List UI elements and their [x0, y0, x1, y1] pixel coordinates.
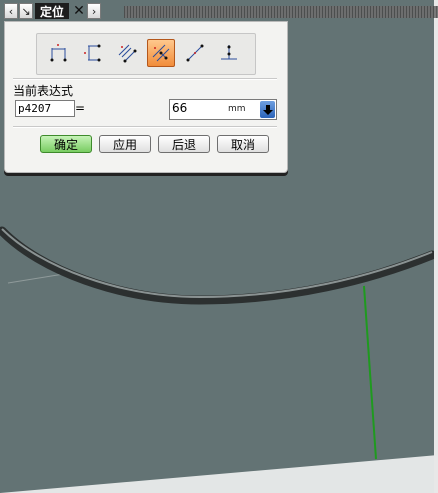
- titlebar-strip: [124, 6, 438, 18]
- back-button[interactable]: 后退: [158, 135, 210, 153]
- constraint-toolbar: [36, 33, 256, 75]
- equals-sign: =: [75, 101, 86, 115]
- separator: [13, 78, 277, 80]
- perpendicular-dimension-icon[interactable]: [147, 39, 175, 67]
- expression-name-field: p4207: [15, 100, 75, 117]
- cancel-button[interactable]: 取消: [217, 135, 269, 153]
- curved-rail-highlight: [1, 228, 433, 299]
- dropdown-arrow-icon[interactable]: [260, 101, 275, 118]
- vertical-dimension-icon[interactable]: [79, 39, 107, 67]
- green-edge-line: [363, 285, 377, 460]
- point-onto-point-icon[interactable]: [215, 39, 243, 67]
- ok-button[interactable]: 确定: [40, 135, 92, 153]
- close-icon[interactable]: ✕: [71, 3, 87, 19]
- pin-icon[interactable]: ↘: [19, 3, 33, 19]
- point-onto-line-icon[interactable]: [181, 39, 209, 67]
- parallel-dimension-icon[interactable]: [113, 39, 141, 67]
- unit-label: mm: [228, 104, 246, 114]
- forward-arrow-icon[interactable]: ›: [87, 3, 102, 19]
- apply-button[interactable]: 应用: [99, 135, 151, 153]
- dialog-titlebar: ‹ ↘ 定位 ✕ ›: [4, 2, 102, 20]
- dialog-title: 定位: [35, 3, 70, 19]
- horizontal-dimension-icon[interactable]: [45, 39, 73, 67]
- expression-label: 当前表达式: [13, 84, 74, 98]
- floor-plane: [0, 455, 438, 493]
- value-text[interactable]: 66: [172, 101, 187, 115]
- separator: [13, 126, 277, 128]
- positioning-dialog: 当前表达式 p4207 = 66 mm 确定 应用 后退 取消: [4, 21, 288, 173]
- curved-rail: [0, 226, 437, 305]
- value-input[interactable]: 66 mm: [169, 99, 277, 120]
- back-arrow-icon[interactable]: ‹: [4, 3, 18, 19]
- viewport-border: [434, 0, 438, 493]
